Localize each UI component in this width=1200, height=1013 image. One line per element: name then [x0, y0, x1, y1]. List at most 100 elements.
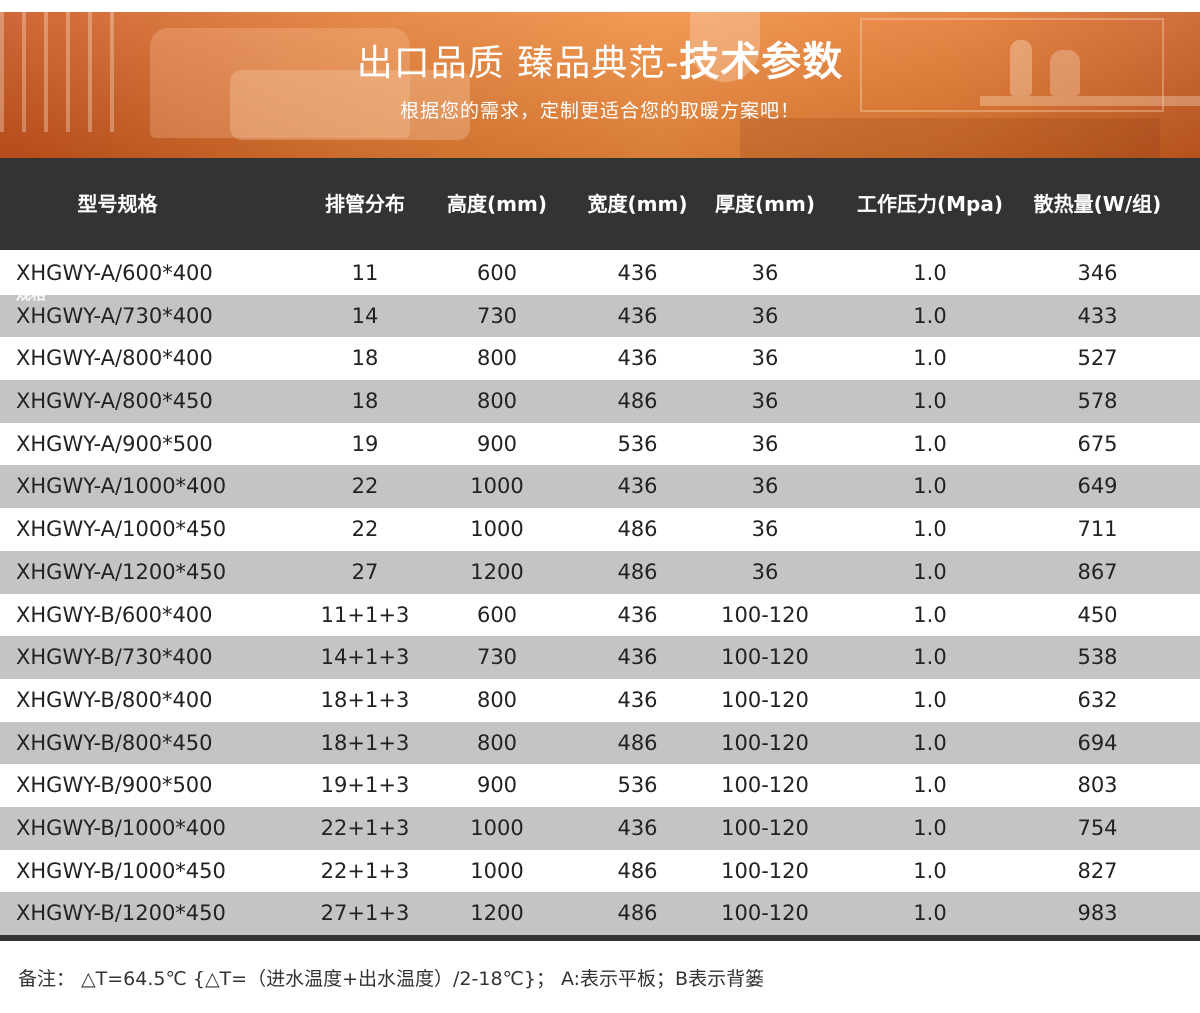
header-width: 宽度(mm): [587, 192, 688, 216]
cell-height: 800: [476, 730, 518, 755]
cell-pressure: 1.0: [913, 815, 947, 840]
cell-pressure: 1.0: [913, 517, 947, 542]
cell-heat-output: 632: [1077, 687, 1118, 712]
cell-height: 600: [476, 602, 518, 627]
cell-tube-layout: 18+1+3: [320, 687, 410, 712]
cell-height: 1200: [470, 901, 524, 926]
cell-height: 800: [476, 346, 518, 371]
cell-width: 536: [617, 773, 658, 798]
table-row: XHGWY-A/900*500 19 900 536 36 1.0 675: [0, 423, 1200, 466]
cell-heat-output: 711: [1077, 517, 1118, 542]
cell-tube-layout: 18: [351, 389, 379, 414]
cell-thickness: 100-120: [721, 901, 809, 926]
cell-height: 800: [476, 389, 518, 414]
cell-pressure: 1.0: [913, 261, 947, 285]
cell-model: XHGWY-B/800*400: [16, 687, 213, 712]
cell-height: 800: [476, 687, 518, 712]
cell-width: 486: [617, 901, 658, 926]
cell-tube-layout: 27: [351, 559, 379, 584]
cell-tube-layout: 18: [351, 346, 379, 371]
header-pressure: 工作压力(Mpa): [857, 192, 1003, 216]
cell-tube-layout: 19: [351, 431, 379, 456]
cell-pressure: 1.0: [913, 901, 947, 926]
cell-thickness: 36: [751, 346, 779, 371]
cell-height: 600: [476, 261, 518, 285]
cell-pressure: 1.0: [913, 559, 947, 584]
cell-heat-output: 578: [1077, 389, 1118, 414]
title-regular: 出口品质 臻品典范-: [356, 43, 680, 84]
table-row: XHGWY-A/1000*400 22 1000 436 36 1.0 649: [0, 465, 1200, 509]
cell-heat-output: 983: [1077, 901, 1118, 926]
cell-thickness: 100-120: [721, 773, 809, 798]
cell-model: XHGWY-B/800*450: [16, 730, 213, 755]
cell-thickness: 36: [751, 389, 779, 414]
cell-tube-layout: 18+1+3: [320, 730, 410, 755]
cell-heat-output: 827: [1077, 858, 1118, 883]
cell-heat-output: 538: [1077, 645, 1118, 670]
cell-thickness: 36: [751, 517, 779, 542]
cell-heat-output: 694: [1077, 730, 1118, 755]
table-row: XHGWY-A/1000*450 22 1000 486 36 1.0 711: [0, 508, 1200, 551]
table-row: XHGWY-B/900*500 19+1+3 900 536 100-120 1.0 803: [0, 764, 1200, 807]
cell-width: 436: [617, 346, 658, 371]
cell-heat-output: 675: [1077, 431, 1118, 456]
cell-thickness: 100-120: [721, 687, 809, 712]
cell-tube-layout: 22: [351, 517, 379, 542]
cell-tube-layout: 27+1+3: [320, 901, 410, 926]
cell-width: 436: [617, 645, 658, 670]
cell-model: XHGWY-B/900*500: [16, 773, 213, 798]
cell-width: 436: [617, 815, 658, 840]
page-subtitle: 根据您的需求，定制更适合您的取暖方案吧！: [399, 100, 800, 122]
table-row: XHGWY-A/800*400 18 800 436 36 1.0 527: [0, 337, 1200, 380]
header-tube-layout: 排管分布: [325, 192, 405, 216]
cell-heat-output: 649: [1077, 474, 1118, 499]
cell-tube-layout: 19+1+3: [320, 773, 410, 798]
table-row: XHGWY-B/800*450 18+1+3 800 486 100-120 1.0 694: [0, 721, 1200, 765]
cell-tube-layout: 22: [351, 474, 379, 499]
cell-height: 900: [476, 773, 518, 798]
ghost-label: 规格: [16, 285, 47, 303]
cell-heat-output: 754: [1077, 815, 1118, 840]
table-row: XHGWY-B/600*400 11+1+3 600 436 100-120 1.0 450: [0, 594, 1200, 637]
cell-thickness: 36: [751, 431, 779, 456]
cell-thickness: 100-120: [721, 858, 809, 883]
cell-width: 486: [617, 389, 658, 414]
cell-tube-layout: 11+1+3: [320, 602, 410, 627]
cell-model: XHGWY-B/1000*400: [16, 815, 226, 840]
table-row: XHGWY-B/1000*400 22+1+3 1000 436 100-120 1.0 7…: [0, 806, 1200, 850]
cell-height: 900: [476, 431, 518, 456]
cell-width: 486: [617, 517, 658, 542]
cell-model: XHGWY-B/600*400: [16, 602, 213, 627]
table-row: XHGWY-A/730*400 14 730 436 36 1.0 433: [0, 294, 1200, 338]
cell-thickness: 100-120: [721, 602, 809, 627]
cell-tube-layout: 22+1+3: [320, 815, 410, 840]
cell-width: 486: [617, 858, 658, 883]
cell-thickness: 100-120: [721, 815, 809, 840]
cell-pressure: 1.0: [913, 431, 947, 456]
header-model: 型号规格: [77, 192, 158, 216]
cell-width: 486: [617, 730, 658, 755]
cell-height: 1000: [470, 858, 524, 883]
header-heat-output: 散热量(W/组): [1033, 192, 1162, 216]
cell-thickness: 100-120: [721, 730, 809, 755]
cell-heat-output: 433: [1077, 303, 1118, 328]
cell-heat-output: 803: [1077, 773, 1118, 798]
table-row: XHGWY-A/1200*450 27 1200 486 36 1.0 867: [0, 550, 1200, 594]
banner-top-strip: [0, 0, 1200, 12]
cell-pressure: 1.0: [913, 773, 947, 798]
cell-pressure: 1.0: [913, 645, 947, 670]
table-body: XHGWY-A/600*400 11 600 436 36 1.0 346 XHGWY-A/7…: [0, 252, 1200, 935]
cell-thickness: 100-120: [721, 645, 809, 670]
footnote: 备注： △T=64.5℃ {△T=（进水温度+出水温度）/2-18℃}； A:表…: [18, 968, 765, 990]
cell-pressure: 1.0: [913, 346, 947, 371]
cell-model: XHGWY-A/1000*450: [16, 517, 227, 542]
cell-width: 436: [617, 687, 658, 712]
cell-heat-output: 450: [1077, 602, 1118, 627]
cell-pressure: 1.0: [913, 303, 947, 328]
table-header: 型号规格 排管分布 高度(mm) 宽度(mm) 厚度(mm) 工作压力(Mpa)…: [0, 158, 1200, 250]
cell-tube-layout: 14+1+3: [320, 645, 410, 670]
cell-height: 730: [476, 303, 518, 328]
cell-thickness: 36: [751, 559, 779, 584]
cell-model: XHGWY-A/800*450: [16, 389, 213, 414]
cell-pressure: 1.0: [913, 730, 947, 755]
